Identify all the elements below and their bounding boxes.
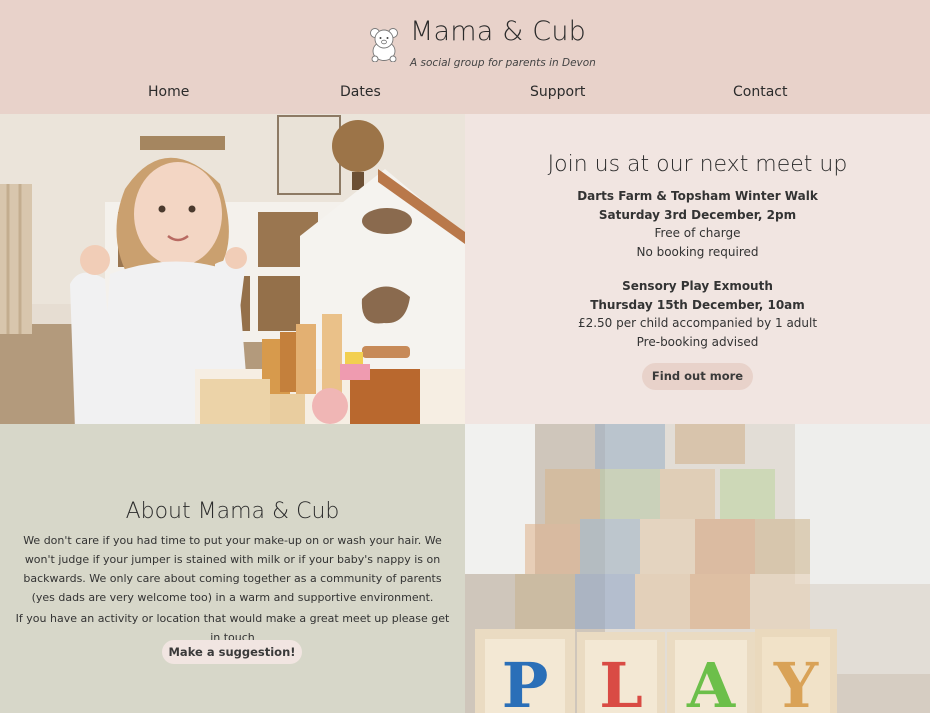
about-heading: About Mama & Cub	[125, 499, 340, 524]
event-name: Sensory Play Exmouth	[622, 279, 773, 293]
nav-support[interactable]: Support	[530, 84, 585, 100]
nav-home[interactable]: Home	[148, 84, 189, 100]
event-card: Darts Farm & Topsham Winter Walk Saturda…	[465, 187, 930, 261]
make-suggestion-button[interactable]: Make a suggestion!	[162, 640, 302, 664]
event-name: Darts Farm & Topsham Winter Walk	[577, 189, 818, 203]
site-title[interactable]: Mama & Cub	[410, 16, 586, 47]
nav-dates[interactable]: Dates	[340, 84, 381, 100]
event-card: Sensory Play Exmouth Thursday 15th Decem…	[465, 277, 930, 351]
event-price: £2.50 per child accompanied by 1 adult	[577, 316, 818, 330]
event-booking: No booking required	[636, 244, 759, 259]
event-date: Saturday 3rd December, 2pm	[598, 207, 797, 222]
svg-text:A: A	[686, 649, 736, 713]
main-nav: Home Dates Support Contact	[0, 84, 930, 104]
event-booking: Pre-booking advised	[636, 334, 759, 349]
teddy-bear-icon	[368, 26, 400, 62]
meetup-heading: Join us at our next meet up	[547, 152, 848, 177]
svg-text:L: L	[599, 649, 643, 713]
event-price: Free of charge	[654, 226, 741, 240]
site-header: Mama & Cub A social group for parents in…	[0, 0, 930, 114]
play-blocks-photo: P L A Y	[465, 424, 930, 713]
nav-contact[interactable]: Contact	[733, 84, 787, 100]
about-description: We don't care if you had time to put you…	[23, 534, 442, 604]
svg-text:Y: Y	[773, 649, 819, 713]
site-subtitle: A social group for parents in Devon	[410, 57, 596, 69]
about-section: About Mama & Cub We don't care if you ha…	[0, 424, 465, 713]
svg-text:P: P	[502, 649, 549, 713]
event-date: Thursday 15th December, 10am	[590, 297, 805, 312]
child-playing-photo	[0, 114, 465, 424]
brand[interactable]: Mama & Cub A social group for parents in…	[368, 14, 596, 74]
next-meetup-section: Join us at our next meet up Darts Farm &…	[465, 114, 930, 424]
find-out-more-button[interactable]: Find out more	[642, 363, 753, 390]
